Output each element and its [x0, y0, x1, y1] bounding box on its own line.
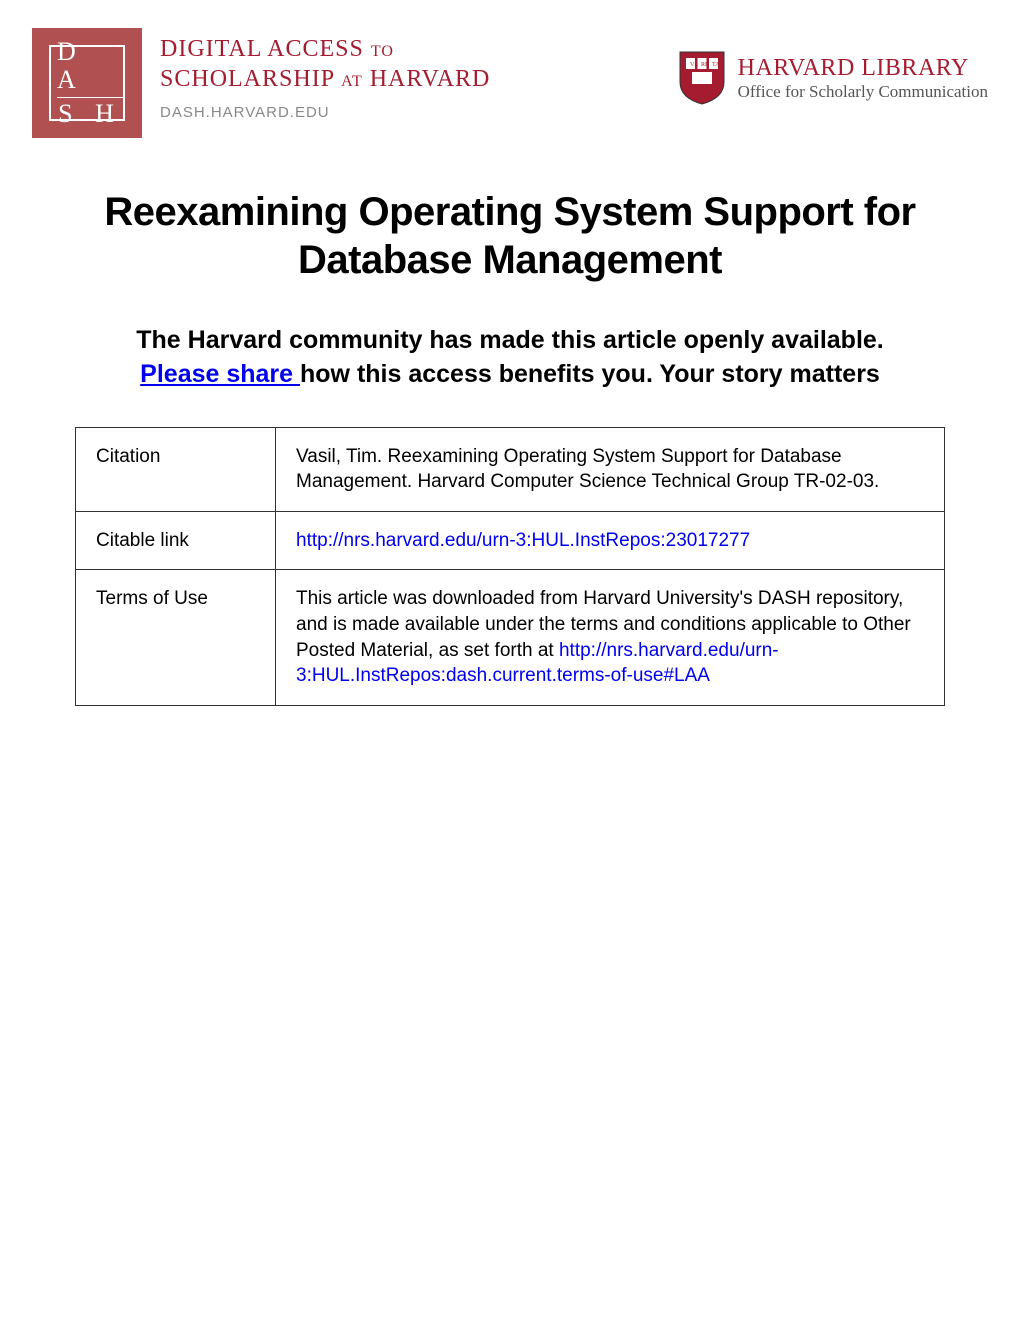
dash-logo: D A S H	[32, 28, 142, 138]
table-row: Terms of Use This article was downloaded…	[76, 570, 945, 706]
harvard-library-block: VE RI TAS HARVARD LIBRARY Office for Sch…	[678, 28, 988, 106]
table-row: Citation Vasil, Tim. Reexamining Operati…	[76, 427, 945, 511]
citable-link-label: Citable link	[76, 511, 276, 570]
citable-link[interactable]: http://nrs.harvard.edu/urn-3:HUL.InstRep…	[296, 530, 750, 551]
subtitle-part2: how this access benefits you. Your story…	[300, 360, 880, 388]
terms-label: Terms of Use	[76, 570, 276, 706]
svg-text:TAS: TAS	[712, 62, 723, 68]
dash-title-line1: DIGITAL ACCESS TO	[160, 34, 490, 64]
harvard-subtitle: Office for Scholarly Communication	[738, 82, 988, 102]
svg-text:VE: VE	[690, 62, 698, 68]
dash-block: D A S H DIGITAL ACCESS TO SCHOLARSHIP AT…	[32, 28, 490, 138]
harvard-text: HARVARD LIBRARY Office for Scholarly Com…	[738, 55, 988, 102]
citation-value: Vasil, Tim. Reexamining Operating System…	[276, 427, 945, 511]
svg-text:RI: RI	[701, 62, 707, 68]
harvard-shield-icon: VE RI TAS	[678, 50, 726, 106]
dash-logo-inner: D A S H	[49, 45, 125, 121]
dash-logo-line2: S H	[58, 100, 122, 129]
dash-url: DASH.HARVARD.EDU	[160, 104, 490, 121]
header: D A S H DIGITAL ACCESS TO SCHOLARSHIP AT…	[32, 28, 988, 138]
please-share-link[interactable]: Please share	[140, 360, 300, 388]
terms-cell: This article was downloaded from Harvard…	[276, 570, 945, 706]
subtitle-part1: The Harvard community has made this arti…	[136, 326, 884, 354]
dash-logo-line1: D A	[57, 38, 123, 98]
citable-link-cell: http://nrs.harvard.edu/urn-3:HUL.InstRep…	[276, 511, 945, 570]
table-row: Citable link http://nrs.harvard.edu/urn-…	[76, 511, 945, 570]
subtitle-block: The Harvard community has made this arti…	[130, 324, 890, 392]
page-title: Reexamining Operating System Support for…	[32, 188, 988, 284]
harvard-title: HARVARD LIBRARY	[738, 55, 988, 82]
dash-title-line2: SCHOLARSHIP AT HARVARD	[160, 64, 490, 94]
dash-text: DIGITAL ACCESS TO SCHOLARSHIP AT HARVARD…	[160, 28, 490, 121]
citation-label: Citation	[76, 427, 276, 511]
info-table: Citation Vasil, Tim. Reexamining Operati…	[75, 427, 945, 706]
